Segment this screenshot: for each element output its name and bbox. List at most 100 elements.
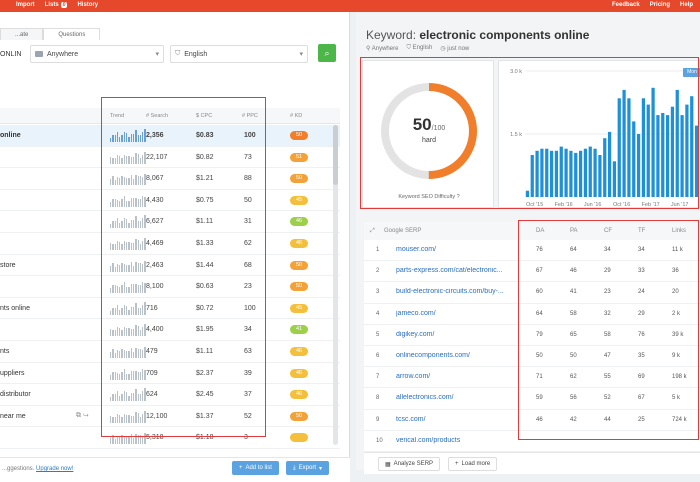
serp-row[interactable]: 10 verical.com/products bbox=[364, 430, 700, 452]
add-to-list-button[interactable]: + Add to list bbox=[232, 461, 279, 475]
tab-autocomplete[interactable]: ...ate bbox=[0, 28, 44, 40]
serp-col-pa[interactable]: PA bbox=[570, 228, 578, 234]
chart-bar[interactable] bbox=[632, 121, 636, 197]
chart-bar[interactable] bbox=[603, 138, 607, 197]
chart-bar[interactable] bbox=[685, 104, 689, 197]
analyze-serp-button[interactable]: ▦ Analyze SERP bbox=[378, 457, 441, 471]
serp-url-link[interactable]: onlinecomponents.com/ bbox=[396, 352, 522, 359]
chart-bar[interactable] bbox=[574, 152, 578, 197]
chart-bar[interactable] bbox=[554, 150, 559, 197]
serp-col-cf[interactable]: CF bbox=[604, 228, 612, 234]
serp-row[interactable]: 4 jameco.com/64 58 32 29 2 k bbox=[364, 303, 700, 325]
col-search[interactable]: # Search bbox=[146, 113, 168, 119]
serp-row[interactable]: 2 parts-express.com/cat/electronic... 67 46… bbox=[364, 261, 700, 283]
chart-bar[interactable] bbox=[622, 89, 626, 197]
chart-bar[interactable] bbox=[661, 113, 665, 197]
chart-bar[interactable] bbox=[651, 87, 655, 197]
chart-bar[interactable] bbox=[564, 148, 568, 197]
monthly-toggle[interactable]: Mon bbox=[683, 68, 700, 77]
serp-url-link[interactable]: parts-express.com/cat/electronic... bbox=[396, 267, 522, 274]
table-scrollbar[interactable] bbox=[333, 125, 338, 445]
nav-history[interactable]: History bbox=[77, 2, 98, 8]
table-row[interactable]: 5,318 $1.18 3 bbox=[0, 427, 340, 449]
serp-row[interactable]: 8 allelectronics.com/59 56 52 67 5 k bbox=[364, 388, 700, 410]
table-row[interactable]: 6,627 $1.11 31 46 bbox=[0, 211, 340, 233]
serp-row[interactable]: 7 arrow.com/71 62 55 69 198 k bbox=[364, 367, 700, 389]
serp-col-links[interactable]: Links bbox=[672, 228, 686, 234]
serp-url-link[interactable]: tcsc.com/ bbox=[396, 416, 522, 423]
serp-row[interactable]: 9 tcsc.com/46 42 44 25 724 k bbox=[364, 409, 700, 431]
nav-lists[interactable]: Lists 0 bbox=[45, 2, 68, 8]
chart-bar[interactable] bbox=[607, 131, 612, 197]
chart-bar[interactable] bbox=[578, 150, 583, 197]
export-button[interactable]: ⤓ Export ▾ bbox=[286, 461, 330, 475]
chart-bar[interactable] bbox=[680, 115, 684, 197]
table-row[interactable]: distributor 624 $2.45 37 46 bbox=[0, 384, 340, 406]
serp-col-tf[interactable]: TF bbox=[638, 228, 645, 234]
serp-row[interactable]: 3 build-electronic-circuits.com/buy-... 60… bbox=[364, 282, 700, 304]
table-row[interactable]: near me 12,100 $1.37 52 50 ⧉ ↪ bbox=[0, 406, 340, 428]
search-button[interactable]: ⌕ bbox=[318, 44, 336, 62]
table-row[interactable]: 4,430 $0.75 50 45 bbox=[0, 190, 340, 212]
chart-bar[interactable] bbox=[530, 155, 534, 197]
chart-bar[interactable] bbox=[593, 148, 597, 197]
serp-row[interactable]: 1 mouser.com/76 64 34 34 11 k bbox=[364, 240, 700, 262]
serp-url-link[interactable]: arrow.com/ bbox=[396, 373, 522, 380]
chart-bar[interactable] bbox=[545, 148, 549, 197]
chart-bar[interactable] bbox=[694, 125, 699, 197]
chart-bar[interactable] bbox=[670, 106, 675, 197]
chart-bar[interactable] bbox=[569, 150, 573, 197]
chart-bar[interactable] bbox=[525, 190, 530, 197]
chart-bar[interactable] bbox=[636, 134, 641, 197]
serp-url-link[interactable]: digikey.com/ bbox=[396, 331, 522, 338]
nav-import[interactable]: Import bbox=[16, 2, 35, 8]
serp-url-link[interactable]: verical.com/products bbox=[396, 437, 522, 444]
table-row[interactable]: 22,107 $0.82 73 51 bbox=[0, 147, 340, 169]
chart-bar[interactable] bbox=[656, 115, 660, 197]
language-select[interactable]: ⛉ English ▾ bbox=[170, 45, 308, 63]
chart-bar[interactable] bbox=[559, 146, 563, 197]
keyword-input[interactable]: ONLIN bbox=[0, 51, 24, 58]
table-row[interactable]: uppliers 709 $2.37 39 46 bbox=[0, 363, 340, 385]
expand-icon[interactable]: ⤢ bbox=[370, 228, 375, 235]
chart-bar[interactable] bbox=[598, 155, 602, 197]
serp-url-link[interactable]: build-electronic-circuits.com/buy-... bbox=[396, 288, 522, 295]
table-row[interactable]: 8,067 $1.21 88 50 bbox=[0, 168, 340, 190]
chart-bar[interactable] bbox=[549, 150, 554, 197]
chart-bar[interactable] bbox=[646, 104, 650, 197]
nav-pricing[interactable]: Pricing bbox=[650, 2, 670, 8]
chart-bar[interactable] bbox=[617, 98, 621, 197]
chart-bar[interactable] bbox=[641, 98, 646, 197]
chart-bar[interactable] bbox=[690, 96, 694, 197]
location-select[interactable]: Anywhere ▾ bbox=[30, 45, 164, 63]
nav-feedback[interactable]: Feedback bbox=[612, 2, 640, 8]
table-row[interactable]: 4,469 $1.33 62 46 bbox=[0, 233, 340, 255]
chart-bar[interactable] bbox=[675, 89, 679, 197]
chart-bar[interactable] bbox=[612, 161, 617, 197]
chart-bar[interactable] bbox=[665, 115, 670, 197]
col-kd[interactable]: # KD bbox=[290, 113, 302, 119]
upgrade-link[interactable]: Upgrade now! bbox=[36, 466, 73, 472]
table-row[interactable]: store 2,463 $1.44 68 50 bbox=[0, 255, 340, 277]
serp-url-link[interactable]: jameco.com/ bbox=[396, 310, 522, 317]
table-row[interactable]: 4,400 $1.95 34 41 bbox=[0, 319, 340, 341]
chart-bar[interactable] bbox=[540, 148, 544, 197]
table-row[interactable]: nts 479 $1.11 63 46 bbox=[0, 341, 340, 363]
nav-help[interactable]: Help bbox=[680, 2, 693, 8]
serp-col-da[interactable]: DA bbox=[536, 228, 544, 234]
col-trend[interactable]: Trend bbox=[110, 113, 124, 119]
chart-bar[interactable] bbox=[535, 150, 539, 197]
tab-questions[interactable]: Questions bbox=[43, 28, 101, 40]
table-row[interactable]: 8,100 $0.63 23 50 bbox=[0, 276, 340, 298]
col-cpc[interactable]: $ CPC bbox=[196, 113, 212, 119]
chart-bar[interactable] bbox=[583, 148, 588, 197]
table-row[interactable]: online 2,356 $0.83 100 50 bbox=[0, 125, 340, 147]
copy-icon[interactable]: ⧉ ↪ bbox=[76, 412, 89, 420]
scrollbar-thumb[interactable] bbox=[333, 125, 338, 185]
table-row[interactable]: nts online 716 $0.72 100 45 bbox=[0, 298, 340, 320]
chart-bar[interactable] bbox=[588, 146, 592, 197]
serp-row[interactable]: 5 digikey.com/79 65 58 76 39 k bbox=[364, 324, 700, 346]
load-more-button[interactable]: + Load more bbox=[448, 457, 498, 471]
chart-bar[interactable] bbox=[627, 98, 631, 197]
col-ppc[interactable]: # PPC bbox=[242, 113, 258, 119]
